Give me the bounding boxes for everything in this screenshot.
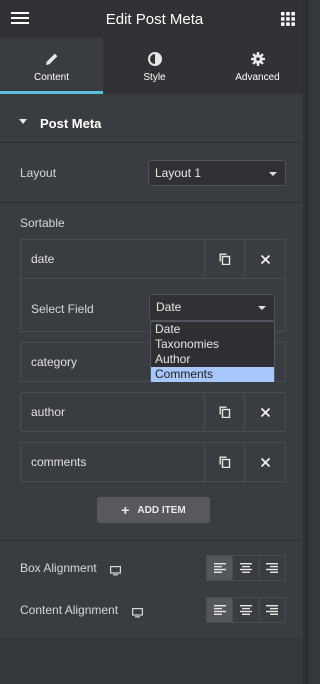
add-item-button[interactable]: + ADD ITEM [97,497,210,523]
select-field-select[interactable]: Date [149,294,275,321]
layout-select[interactable]: Layout 1 [148,160,286,186]
dropdown-option-taxonomies[interactable]: Taxonomies [151,337,274,352]
plus-icon: + [121,502,130,518]
close-icon[interactable] [244,443,285,481]
desktop-icon[interactable] [132,605,144,623]
dropdown-option-author[interactable]: Author [151,352,274,367]
repeater-item-title: author [31,405,66,419]
close-icon[interactable] [244,240,285,278]
divider [0,540,309,541]
add-item-label: ADD ITEM [137,504,186,516]
align-left-icon[interactable] [207,598,233,622]
select-field-dropdown: Date Taxonomies Author Comments [150,321,275,382]
gear-icon [250,52,265,66]
panel-title: Edit Post Meta [105,10,204,28]
repeater-item-comments[interactable]: comments [20,442,286,482]
divider [0,142,309,143]
panel-footer-area [0,637,309,684]
section-title: Post Meta [40,115,102,131]
select-field-label: Select Field [31,302,94,316]
duplicate-icon[interactable] [204,393,245,431]
section-post-meta[interactable]: Post Meta [0,104,309,142]
align-right-icon[interactable] [258,556,285,580]
pencil-icon [45,52,59,66]
dropdown-option-comments[interactable]: Comments [151,367,274,382]
duplicate-icon[interactable] [204,443,245,481]
tab-content[interactable]: Content [0,38,103,94]
align-left-icon[interactable] [207,556,233,580]
close-icon[interactable] [244,393,285,431]
panel-resize-handle[interactable] [303,0,309,684]
hamburger-icon[interactable] [11,11,29,30]
align-center-icon[interactable] [232,556,258,580]
caret-down-icon [19,119,27,124]
chevron-down-icon [258,306,266,310]
panel-tabs: Content Style Advanced [0,38,309,94]
repeater-item-date[interactable]: date [20,239,286,279]
tab-advanced[interactable]: Advanced [206,38,309,94]
half-circle-icon [147,52,162,66]
box-alignment-label: Box Alignment [20,561,97,575]
layout-select-value: Layout 1 [155,166,202,180]
align-right-icon[interactable] [258,598,285,622]
desktop-icon[interactable] [110,563,122,581]
chevron-down-icon [269,172,277,176]
dropdown-option-date[interactable]: Date [151,322,274,337]
layout-label: Layout [20,166,57,180]
select-field-value: Date [156,300,182,314]
repeater-item-title: date [31,252,55,266]
tab-label: Advanced [235,72,280,83]
repeater-item-author[interactable]: author [20,392,286,432]
grid-icon[interactable] [281,12,295,31]
content-alignment-label: Content Alignment [20,603,119,617]
tab-style[interactable]: Style [103,38,206,94]
content-alignment-control [206,597,286,623]
tab-label: Style [143,72,166,83]
box-alignment-control [206,555,286,581]
repeater-item-title: category [31,355,78,369]
top-bar: Edit Post Meta [0,0,309,38]
duplicate-icon[interactable] [204,240,245,278]
repeater-item-title: comments [31,455,87,469]
sortable-label: Sortable [20,216,65,230]
tab-label: Content [33,72,70,83]
align-center-icon[interactable] [232,598,258,622]
divider [0,202,309,203]
